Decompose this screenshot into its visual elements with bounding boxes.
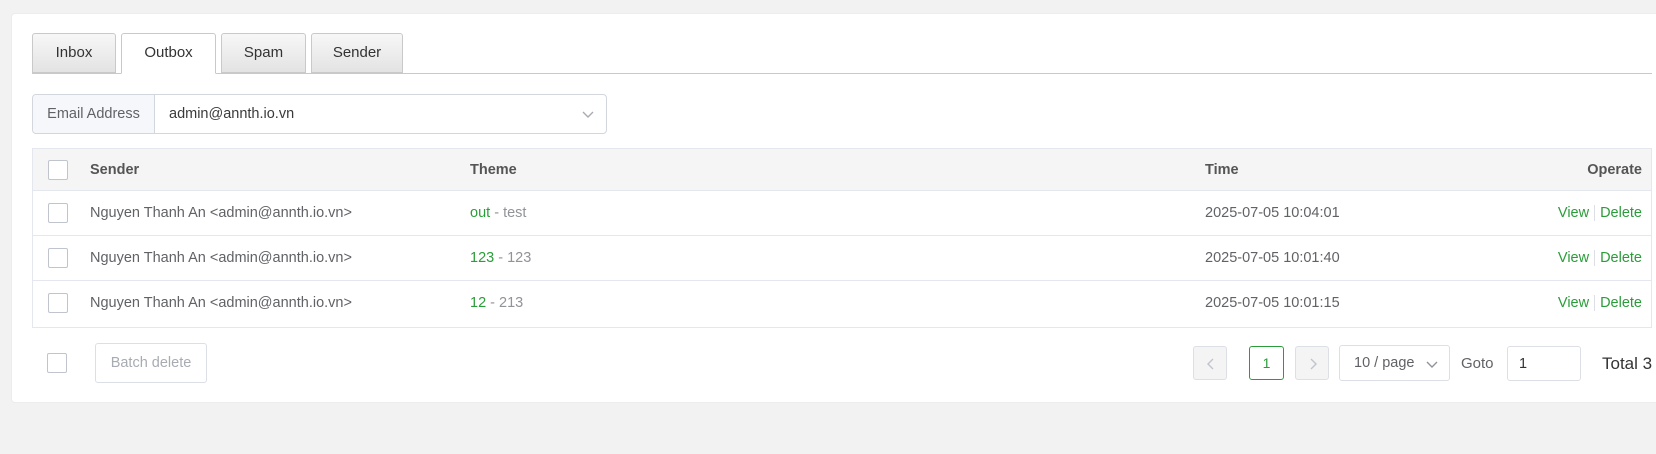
batch-select-checkbox[interactable] [47,353,67,373]
chevron-down-icon [582,111,594,118]
row-theme-separator: - [490,205,504,221]
row-operations: View Delete [1558,236,1642,280]
row-sender: Nguyen Thanh An <admin@annth.io.vn> [90,250,352,266]
row-subject: out [470,205,491,221]
row-subject: 12 [470,295,487,311]
row-theme-separator: - [494,250,508,266]
table-header: Sender Theme Time Operate [33,149,1651,191]
operation-divider [1594,250,1596,267]
outbox-table: Sender Theme Time Operate Nguyen Thanh A… [32,148,1652,328]
delete-link[interactable]: Delete [1600,295,1642,311]
email-address-filter: Email Address admin@annth.io.vn [32,94,607,134]
row-theme-separator: - [486,295,500,311]
tab-inbox[interactable]: Inbox [32,33,116,73]
row-time: 2025-07-05 10:01:15 [1205,295,1340,311]
column-operate: Operate [1587,162,1642,178]
row-checkbox[interactable] [48,203,68,223]
select-all-checkbox[interactable] [48,160,68,180]
chevron-down-icon [1426,361,1438,368]
column-time: Time [1205,162,1239,178]
batch-delete-button[interactable]: Batch delete [95,343,207,383]
operation-divider [1594,295,1596,312]
delete-link[interactable]: Delete [1600,205,1642,221]
row-sender: Nguyen Thanh An <admin@annth.io.vn> [90,295,352,311]
delete-link[interactable]: Delete [1600,250,1642,266]
page-size-select[interactable]: 10 / page [1339,345,1450,381]
row-theme: 123 - 123 [470,236,531,280]
row-operations: View Delete [1558,191,1642,235]
column-sender: Sender [90,162,140,178]
table-row[interactable]: Nguyen Thanh An <admin@annth.io.vn> out … [33,191,1651,236]
row-preview: 213 [499,295,524,311]
row-operations: View Delete [1558,281,1642,325]
email-address-select[interactable]: admin@annth.io.vn [155,95,606,133]
row-checkbox[interactable] [48,248,68,268]
tab-spam[interactable]: Spam [221,33,306,73]
tab-sender[interactable]: Sender [311,33,403,73]
row-time: 2025-07-05 10:04:01 [1205,205,1340,221]
row-theme: 12 - 213 [470,281,523,325]
email-address-label: Email Address [33,95,155,133]
view-link[interactable]: View [1558,295,1589,311]
row-checkbox[interactable] [48,293,68,313]
column-theme: Theme [470,162,517,178]
row-subject: 123 [470,250,495,266]
table-row[interactable]: Nguyen Thanh An <admin@annth.io.vn> 12 -… [33,281,1651,326]
table-row[interactable]: Nguyen Thanh An <admin@annth.io.vn> 123 … [33,236,1651,281]
goto-label: Goto [1461,355,1494,372]
chevron-left-icon [1207,358,1214,370]
operation-divider [1594,205,1596,222]
view-link[interactable]: View [1558,250,1589,266]
row-preview: test [503,205,527,221]
next-page-button[interactable] [1295,346,1329,380]
total-count: Total 3 [1602,354,1653,373]
chevron-right-icon [1310,358,1317,370]
tab-bar: Inbox Outbox Spam Sender [32,33,1652,74]
row-preview: 123 [507,250,532,266]
row-theme: out - test [470,191,526,235]
tab-outbox[interactable]: Outbox [121,33,216,74]
prev-page-button[interactable] [1193,346,1227,380]
email-address-value: admin@annth.io.vn [169,106,295,122]
page-size-value: 10 / page [1354,355,1415,371]
view-link[interactable]: View [1558,205,1589,221]
row-sender: Nguyen Thanh An <admin@annth.io.vn> [90,205,352,221]
main-card: Inbox Outbox Spam Sender Email Address a… [11,13,1656,403]
goto-page-input[interactable] [1507,346,1581,381]
page-number-current[interactable]: 1 [1249,346,1284,380]
row-time: 2025-07-05 10:01:40 [1205,250,1340,266]
